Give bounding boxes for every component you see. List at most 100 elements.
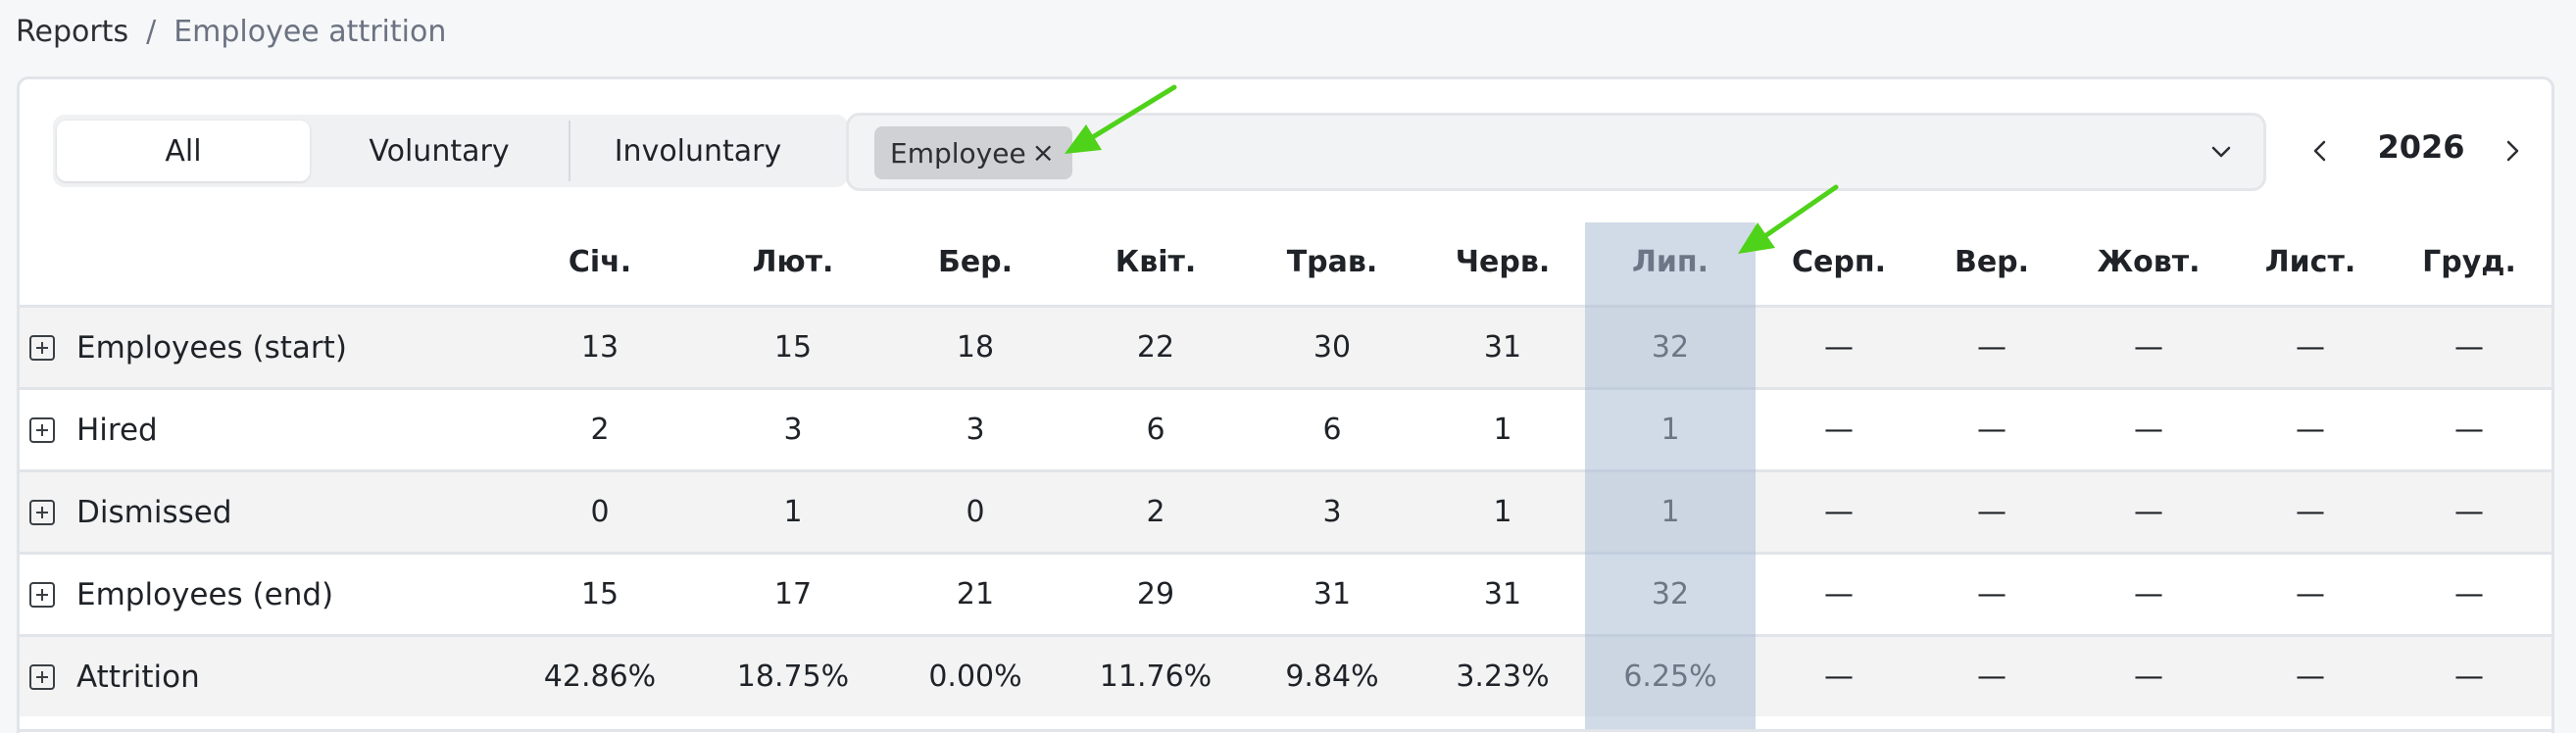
row-label: Attrition <box>29 637 200 716</box>
tab-all[interactable]: All <box>57 121 310 181</box>
year-navigator: 2026 <box>2304 113 2539 191</box>
breadcrumb: Reports / Employee attrition <box>16 10 446 53</box>
table-cell: — <box>2296 577 2325 611</box>
row-label: Dismissed <box>29 472 232 552</box>
table-cell: 11.76% <box>1099 660 1213 694</box>
table-cell: 30 <box>1313 330 1352 365</box>
table-cell: — <box>1824 577 1854 611</box>
tab-voluntary[interactable]: Voluntary <box>310 121 569 181</box>
breadcrumb-current: Employee attrition <box>173 14 447 49</box>
table-cell: 3 <box>783 413 803 447</box>
table-row: Attrition 42.86% 18.75% 0.00% 11.76% 9.84% 3.2… <box>20 634 2551 716</box>
expand-plus-icon[interactable] <box>29 416 55 443</box>
table-cell: — <box>1977 330 2006 365</box>
column-header-month: Бер. <box>937 245 1014 279</box>
row-label: Hired <box>29 390 158 469</box>
expand-plus-icon[interactable] <box>29 499 55 525</box>
column-header-month: Жовт. <box>2097 245 2201 279</box>
table-cell: 9.84% <box>1285 660 1379 694</box>
category-filter-select[interactable]: Employee × <box>846 113 2266 191</box>
row-label-text: Hired <box>76 412 158 448</box>
table-cell: 1 <box>1493 495 1512 529</box>
table-cell: — <box>2296 413 2325 447</box>
table-cell: — <box>2134 413 2163 447</box>
table-cell: 15 <box>773 330 813 365</box>
table-cell: 13 <box>580 330 619 365</box>
table-row: Hired 2 3 3 6 6 1 1 — — — — — <box>20 387 2551 469</box>
column-header-month: Трав. <box>1286 245 1378 279</box>
table-cell: 1 <box>1660 495 1680 529</box>
table-cell: — <box>1977 660 2006 694</box>
table-cell: 3 <box>1322 495 1342 529</box>
year-label: 2026 <box>2377 128 2465 166</box>
table-cell: 6 <box>1146 413 1165 447</box>
table-cell: — <box>2454 413 2484 447</box>
table-cell: — <box>2296 330 2325 365</box>
chevron-down-icon[interactable] <box>2206 137 2236 167</box>
row-label-text: Employees (start) <box>76 329 347 366</box>
table-cell: 3.23% <box>1456 660 1550 694</box>
table-cell: 2 <box>590 413 610 447</box>
table-cell: 1 <box>1493 413 1512 447</box>
table-cell: — <box>1824 495 1854 529</box>
table-cell: 32 <box>1651 330 1690 365</box>
column-header-month: Лют. <box>752 245 834 279</box>
table-cell: — <box>2296 660 2325 694</box>
table-cell: 31 <box>1313 577 1352 611</box>
table-bottom-divider <box>20 729 2551 732</box>
attrition-type-tabs: All Voluntary Involuntary <box>53 115 848 187</box>
table-header-row: Січ. Лют. Бер. Квіт. Трав. Черв. Лип. Серп. Вер.… <box>20 222 2551 301</box>
column-header-month: Груд. <box>2422 245 2516 279</box>
table-cell: 1 <box>783 495 803 529</box>
table-cell: 0 <box>966 495 985 529</box>
table-cell: — <box>1824 330 1854 365</box>
expand-plus-icon[interactable] <box>29 581 55 608</box>
table-cell: — <box>2454 577 2484 611</box>
table-row: Employees (start) 13 15 18 22 30 31 32 — — — — — <box>20 305 2551 387</box>
table-cell: 3 <box>966 413 985 447</box>
filter-chip-label: Employee <box>890 136 1026 170</box>
table-row: Dismissed 0 1 0 2 3 1 1 — — — — — <box>20 469 2551 552</box>
table-cell: 6.25% <box>1623 660 1717 694</box>
table-cell: 29 <box>1136 577 1175 611</box>
column-header-month: Лист. <box>2264 245 2356 279</box>
table-cell: — <box>1977 495 2006 529</box>
table-cell: — <box>2454 330 2484 365</box>
table-cell: 17 <box>773 577 813 611</box>
table-cell: — <box>2134 330 2163 365</box>
row-label-text: Dismissed <box>76 494 232 530</box>
table-cell: — <box>2134 495 2163 529</box>
column-header-month: Черв. <box>1455 245 1551 279</box>
row-label-text: Attrition <box>76 659 200 695</box>
chevron-right-icon[interactable] <box>2496 134 2529 168</box>
breadcrumb-reports-link[interactable]: Reports <box>16 15 128 49</box>
row-label: Employees (start) <box>29 308 347 387</box>
table-cell: — <box>2134 577 2163 611</box>
breadcrumb-separator: / <box>146 14 157 49</box>
row-label: Employees (end) <box>29 555 333 634</box>
table-cell: 31 <box>1483 577 1522 611</box>
table-cell: — <box>1977 577 2006 611</box>
table-cell: — <box>1824 660 1854 694</box>
table-cell: — <box>2454 660 2484 694</box>
table-cell: 0 <box>590 495 610 529</box>
table-cell: 18.75% <box>736 660 850 694</box>
expand-plus-icon[interactable] <box>29 334 55 361</box>
table-cell: 1 <box>1660 413 1680 447</box>
chevron-left-icon[interactable] <box>2304 134 2337 168</box>
table-cell: — <box>2296 495 2325 529</box>
filter-chip-employee: Employee × <box>874 126 1072 179</box>
row-label-text: Employees (end) <box>76 576 334 612</box>
expand-plus-icon[interactable] <box>29 663 55 690</box>
table-cell: 32 <box>1651 577 1690 611</box>
table-cell: 42.86% <box>543 660 657 694</box>
table-cell: — <box>1977 413 2006 447</box>
table-cell: 22 <box>1136 330 1175 365</box>
table-row: Employees (end) 15 17 21 29 31 31 32 — — — — — <box>20 552 2551 634</box>
column-header-month: Вер. <box>1954 245 2030 279</box>
tab-involuntary[interactable]: Involuntary <box>569 121 825 181</box>
column-header-month: Серп. <box>1792 245 1886 279</box>
chip-remove-icon[interactable]: × <box>1032 136 1055 169</box>
column-header-month: Лип. <box>1631 245 1709 279</box>
report-card: All Voluntary Involuntary Employee × 202… <box>17 76 2554 733</box>
